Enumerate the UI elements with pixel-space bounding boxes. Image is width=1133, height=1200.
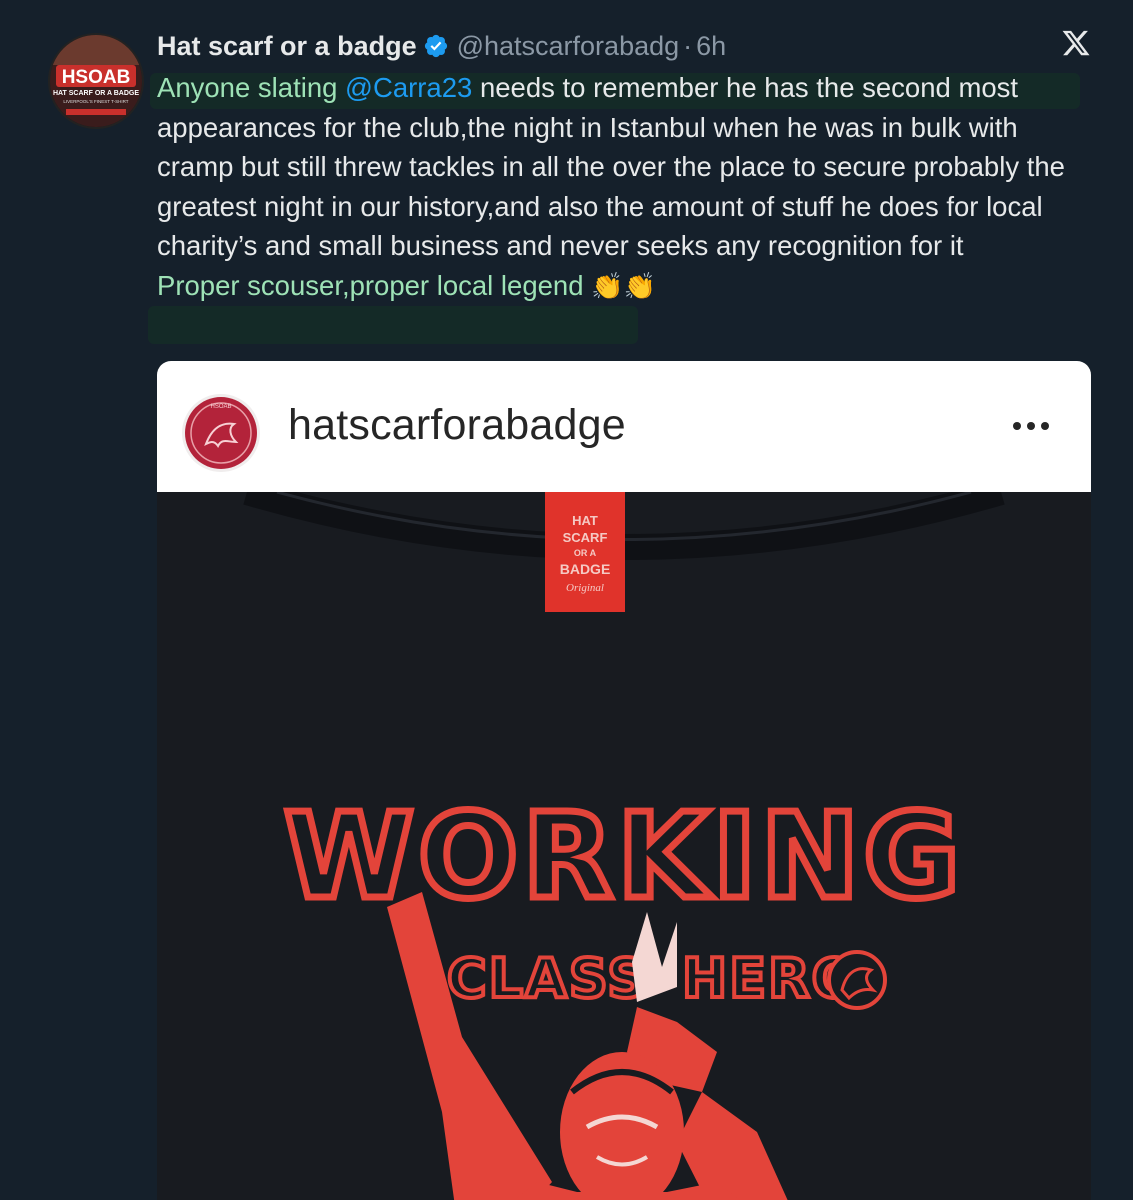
tweet-text-body: appearances for the club,the night in Is… xyxy=(157,111,1065,262)
tag-line-3: OR A xyxy=(574,548,597,558)
liver-bird-emblem xyxy=(827,950,887,1010)
timestamp[interactable]: 6h xyxy=(696,31,726,62)
tweet-card[interactable]: HSOAB HAT SCARF OR A BADGE LIVERPOOL'S F… xyxy=(0,0,1133,1200)
instagram-avatar: HSOAB xyxy=(182,394,260,472)
tag-line-2: SCARF xyxy=(563,530,608,545)
tag-line-1: HAT xyxy=(572,513,598,528)
text-highlight xyxy=(148,306,638,344)
avatar[interactable]: HSOAB HAT SCARF OR A BADGE LIVERPOOL'S F… xyxy=(48,33,144,129)
tweet-text-line1: needs to remember he has the second most xyxy=(472,72,1019,103)
avatar-sub-text: HAT SCARF OR A BADGE xyxy=(53,90,139,97)
tweet-text-closing: Proper scouser,proper local legend xyxy=(157,269,584,301)
tweet-header: Hat scarf or a badge @hatscarforabadg · … xyxy=(157,28,726,64)
display-name[interactable]: Hat scarf or a badge xyxy=(157,31,417,62)
avatar-small-text: LIVERPOOL'S FINEST T-SHIRT xyxy=(63,99,128,104)
avatar-logo-icon: HSOAB HAT SCARF OR A BADGE LIVERPOOL'S F… xyxy=(50,35,142,127)
mention-link[interactable]: @Carra23 xyxy=(345,72,472,103)
instagram-avatar-text: HSOAB xyxy=(210,404,231,410)
instagram-header: HSOAB hatscarforabadge xyxy=(157,361,1091,492)
tshirt-photo: HAT SCARF OR A BADGE Original WORKING CL… xyxy=(157,479,1091,1200)
embedded-image[interactable]: HSOAB hatscarforabadge HAT SCARF OR A BA… xyxy=(157,361,1091,1200)
more-horizontal-icon xyxy=(1011,419,1051,433)
tag-line-4: BADGE xyxy=(560,561,611,577)
print-main-word: WORKING xyxy=(284,787,964,925)
verified-badge-icon xyxy=(423,33,449,59)
handle[interactable]: @hatscarforabadg xyxy=(457,31,680,62)
separator-dot: · xyxy=(683,30,693,61)
tweet-text-intro: Anyone slating xyxy=(157,72,346,103)
instagram-username: hatscarforabadge xyxy=(288,401,626,449)
tweet-text: Anyone slating @Carra23 needs to remembe… xyxy=(157,68,1097,306)
tag-line-5: Original xyxy=(566,582,604,594)
print-sub-word-left: CLASS xyxy=(447,947,648,1010)
clapping-hands-icon: 👏👏 xyxy=(591,270,656,301)
shirt-tag: HAT SCARF OR A BADGE Original xyxy=(545,492,625,612)
x-logo-icon[interactable] xyxy=(1061,28,1091,58)
avatar-logo-text: HSOAB xyxy=(62,67,131,88)
